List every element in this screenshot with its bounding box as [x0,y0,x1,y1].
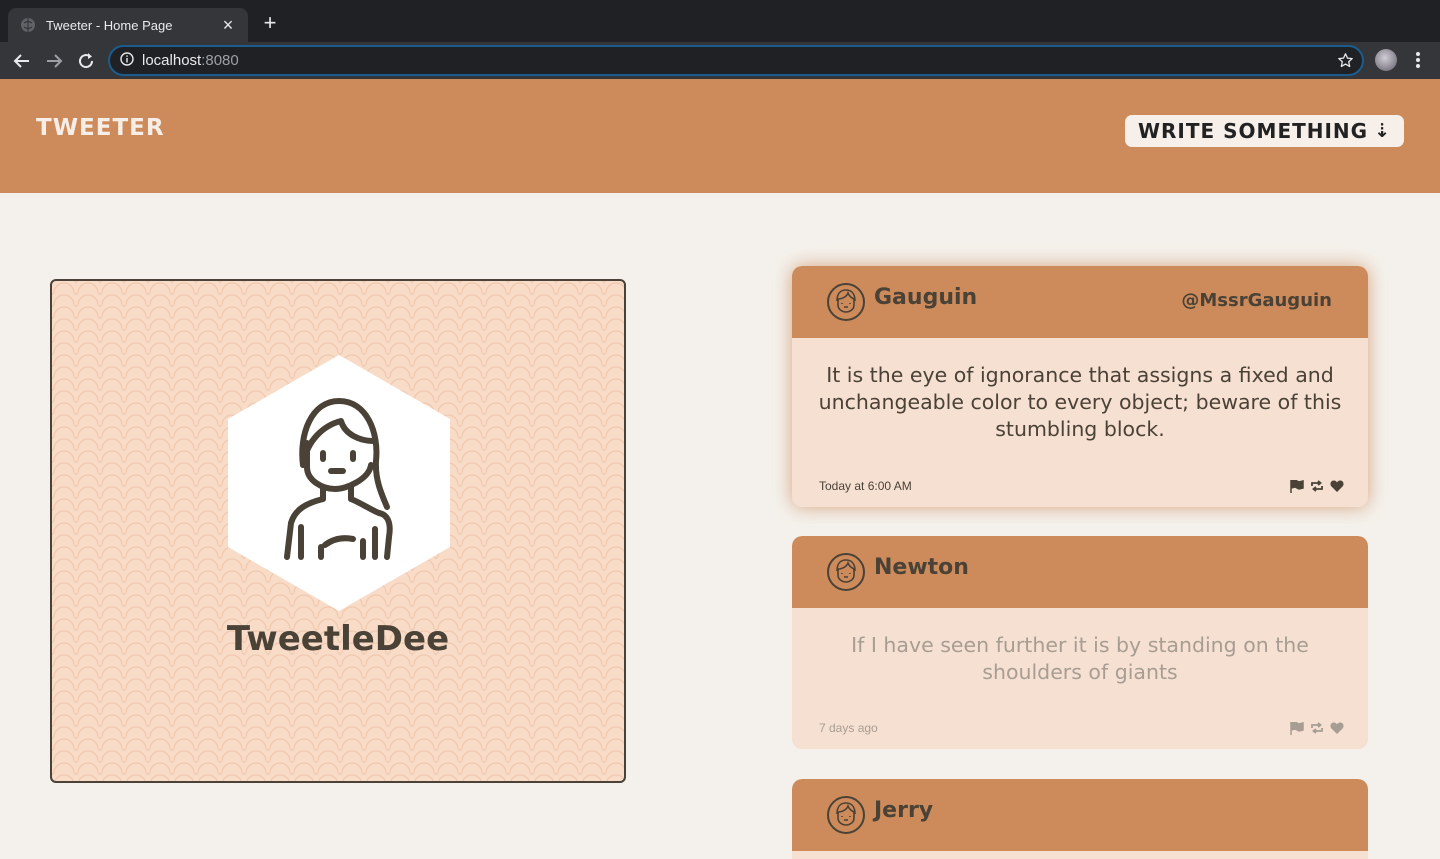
tweet-text: If I have seen further it is by standing… [851,633,1309,684]
profile-card: TweetleDee [50,279,626,783]
star-icon[interactable] [1337,52,1354,73]
tweet-author-name: Newton [874,555,969,580]
tweet-author-name: Jerry [874,798,934,823]
arrow-down-icon: ⇣ [1374,120,1392,142]
heart-icon[interactable] [1330,480,1344,492]
tweet-actions [1290,479,1344,493]
tweet-actions [1290,721,1344,735]
retweet-icon[interactable] [1310,722,1324,734]
tweet-timestamp: Today at 6:00 AM [819,479,912,493]
flag-icon[interactable] [1290,721,1304,735]
write-button-label: Write something [1137,119,1369,143]
tweet-avatar [827,283,865,321]
tweet-header: Jerry [792,779,1368,851]
tweet-author-name: Gauguin [874,285,978,310]
tab-title: Tweeter - Home Page [46,17,173,33]
browser-toolbar: localhost:8080 [0,42,1440,79]
tweet-timestamp: 7 days ago [819,721,878,735]
browser-tab[interactable]: Tweeter - Home Page × [8,8,248,42]
back-icon[interactable] [9,48,35,74]
flag-icon[interactable] [1290,479,1304,493]
address-bar[interactable]: localhost:8080 [108,45,1364,76]
tweet-text: It is the eye of ignorance that assigns … [818,363,1342,441]
url-text: localhost:8080 [142,52,239,69]
profile-name: TweetleDee [226,619,450,659]
tweet-card: Jerry [792,779,1368,859]
browser-tab-strip: Tweeter - Home Page × + [0,0,1440,42]
profile-avatar[interactable] [1375,49,1397,71]
tweet-footer: 7 days ago [819,719,1344,737]
tweet-avatar [827,796,865,834]
avatar-illustration [284,398,393,560]
tweet-avatar [827,553,865,591]
tweet-footer: Today at 6:00 AM [819,477,1344,495]
heart-icon[interactable] [1330,722,1344,734]
globe-icon [20,17,36,33]
tweet-card: Gauguin @MssrGauguin It is the eye of ig… [792,266,1368,507]
site-header: Tweeter Write something ⇣ [0,79,1440,193]
reload-icon[interactable] [73,48,99,74]
forward-icon[interactable] [41,48,67,74]
write-something-button[interactable]: Write something ⇣ [1125,115,1404,147]
info-icon[interactable] [120,51,134,70]
tweet-header: Newton [792,536,1368,608]
tweet-card: Newton If I have seen further it is by s… [792,536,1368,749]
tweet-author-handle: @MssrGauguin [1181,290,1332,311]
tweet-header: Gauguin @MssrGauguin [792,266,1368,338]
new-tab-button[interactable]: + [258,12,282,36]
tab-close-icon[interactable]: × [220,16,236,34]
brand-logo[interactable]: Tweeter [36,115,165,141]
retweet-icon[interactable] [1310,480,1324,492]
kebab-menu-icon[interactable] [1408,50,1428,70]
